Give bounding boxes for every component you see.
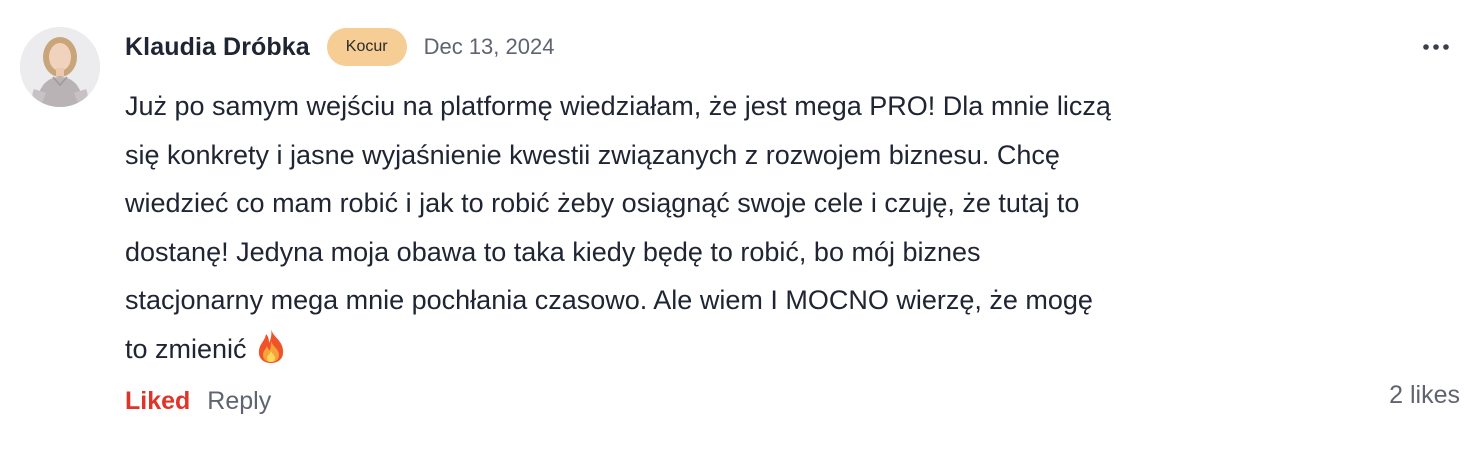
- more-dots-icon: [1423, 44, 1449, 50]
- like-button[interactable]: Liked: [125, 387, 190, 416]
- more-options-button[interactable]: [1414, 30, 1458, 64]
- likes-count[interactable]: 2 likes: [1389, 381, 1460, 410]
- avatar[interactable]: [20, 27, 100, 107]
- comment-actions: Liked Reply: [125, 382, 271, 420]
- comment-card: Klaudia Dróbka Kocur Dec 13, 2024 Już po…: [0, 0, 1484, 456]
- role-badge: Kocur: [326, 28, 407, 66]
- comment-body-line: się konkrety i jasne wyjaśnienie kwestii…: [125, 139, 1060, 170]
- comment-body-line: dostanę! Jedyna moja obawa to taka kiedy…: [125, 236, 981, 267]
- reply-button[interactable]: Reply: [207, 387, 271, 416]
- avatar-photo-icon: [20, 27, 100, 107]
- comment-header: Klaudia Dróbka Kocur Dec 13, 2024: [125, 28, 554, 66]
- comment-date: Dec 13, 2024: [423, 34, 555, 59]
- author-name[interactable]: Klaudia Dróbka: [125, 33, 310, 62]
- comment-body: Już po samym wejściu na platformę wiedzi…: [125, 82, 1370, 379]
- comment-body-line: Już po samym wejściu na platformę wiedzi…: [125, 91, 1111, 121]
- comment-body-line: stacjonarny mega mnie pochłania czasowo.…: [125, 285, 1093, 315]
- fire-icon: [255, 328, 287, 380]
- comment-body-line: to zmienić: [125, 333, 247, 364]
- comment-body-line: wiedzieć co mam robić i jak to robić żeb…: [125, 188, 1080, 218]
